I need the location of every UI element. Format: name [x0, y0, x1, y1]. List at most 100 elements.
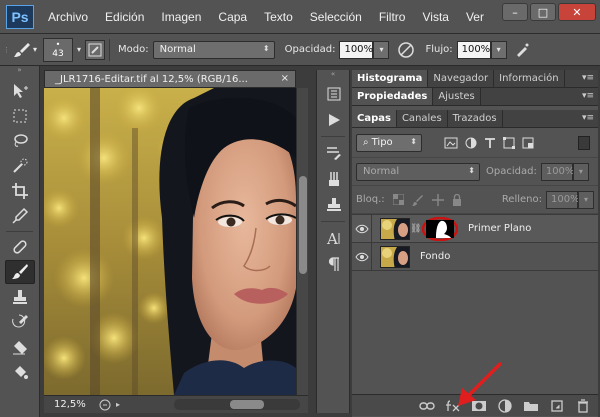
vertical-scrollbar[interactable] [296, 88, 308, 395]
layer-row[interactable]: Fondo [352, 242, 598, 271]
layers-list: ⛓ Primer Plano Fondo [352, 214, 598, 271]
opacity-dropdown-icon[interactable]: ▾ [373, 40, 390, 59]
history-brush-tool-icon[interactable] [5, 310, 35, 334]
marquee-tool-icon[interactable] [5, 104, 35, 128]
mode-select[interactable]: Normal ⬍ [152, 40, 275, 59]
pressure-opacity-icon[interactable] [395, 39, 417, 61]
tab-histogram[interactable]: Histograma [352, 70, 429, 87]
brush-panel-toggle-icon[interactable] [85, 39, 106, 60]
brush-dot-icon: • [55, 39, 61, 49]
delete-layer-trash-icon[interactable] [574, 398, 592, 414]
lock-position-icon[interactable] [431, 193, 444, 206]
menu-ver[interactable]: Ver [466, 10, 484, 24]
filter-pixel-icon[interactable] [444, 137, 458, 149]
fill-label: Relleno: [501, 194, 542, 205]
brush-panel-icon[interactable] [320, 167, 348, 191]
tools-separator [6, 231, 33, 232]
history-panel-icon[interactable] [320, 82, 348, 106]
horizontal-scroll-thumb[interactable] [230, 400, 264, 409]
crop-tool-icon[interactable] [5, 179, 35, 203]
opacity-field[interactable]: 100% [339, 40, 374, 59]
menu-edicion[interactable]: Edición [105, 10, 144, 24]
maximize-button[interactable]: □ [530, 3, 556, 21]
layer-opacity-field[interactable]: 100% [540, 162, 574, 181]
filter-toggle-switch[interactable] [578, 135, 590, 150]
minimize-button[interactable]: – [502, 3, 528, 21]
fill-field[interactable]: 100% [546, 190, 580, 209]
tool-preset-dropdown-icon[interactable]: ▾ [33, 45, 37, 54]
lock-image-pixels-icon[interactable] [411, 194, 424, 206]
document-tab[interactable]: _JLR1716-Editar.tif al 12,5% (RGB/16... … [44, 70, 296, 88]
paragraph-panel-icon[interactable] [320, 252, 348, 276]
flow-dropdown-icon[interactable]: ▾ [490, 40, 507, 59]
brush-picker-dropdown-icon[interactable]: ▾ [77, 45, 81, 54]
menu-capa[interactable]: Capa [218, 10, 247, 24]
image-canvas[interactable] [44, 88, 296, 395]
tab-info[interactable]: Información [494, 70, 565, 87]
healing-brush-tool-icon[interactable] [5, 235, 35, 259]
layer-row[interactable]: ⛓ Primer Plano [352, 214, 598, 243]
menu-archivo[interactable]: Archivo [48, 10, 88, 24]
layer-visibility-eye-icon[interactable] [352, 214, 372, 243]
blend-mode-select[interactable]: Normal ⬍ [356, 162, 480, 181]
document-status-bar: 12,5% ▸ [44, 395, 308, 413]
tab-channels[interactable]: Canales [397, 110, 448, 127]
panel-menu-icon[interactable]: ▾≡ [582, 91, 594, 101]
clone-stamp-tool-icon[interactable] [5, 285, 35, 309]
eraser-tool-icon[interactable] [5, 335, 35, 359]
clone-source-panel-icon[interactable] [320, 193, 348, 217]
new-group-folder-icon[interactable] [522, 398, 540, 414]
eyedropper-tool-icon[interactable] [5, 204, 35, 228]
quick-selection-tool-icon[interactable] [5, 154, 35, 178]
menu-seleccion[interactable]: Selección [310, 10, 362, 24]
zoom-level[interactable]: 12,5% [48, 398, 96, 412]
layer-filter-select[interactable]: ⌕ Tipo ⬍ [356, 133, 422, 152]
horizontal-scrollbar[interactable] [174, 399, 300, 410]
filter-adjustment-icon[interactable] [465, 137, 477, 149]
tab-paths[interactable]: Trazados [448, 110, 503, 127]
layer-opacity-dropdown-icon[interactable]: ▾ [572, 162, 589, 181]
brush-size-picker[interactable]: • 43 [43, 37, 74, 62]
actions-panel-icon[interactable] [320, 108, 348, 132]
menu-texto[interactable]: Texto [264, 10, 293, 24]
tab-navigator[interactable]: Navegador [428, 70, 495, 87]
filter-shape-icon[interactable] [503, 136, 515, 149]
lock-transparent-pixels-icon[interactable] [392, 194, 404, 205]
panel-menu-icon[interactable]: ▾≡ [582, 113, 594, 123]
airbrush-icon[interactable] [511, 39, 533, 61]
layer-visibility-eye-icon[interactable] [352, 242, 372, 271]
layer-thumbnail[interactable] [380, 245, 410, 268]
tab-properties[interactable]: Propiedades [352, 88, 434, 105]
tab-adjustments[interactable]: Ajustes [433, 88, 481, 105]
brush-tool-preset-icon[interactable] [11, 39, 33, 61]
filter-smart-object-icon[interactable] [522, 137, 534, 149]
move-tool-icon[interactable] [5, 79, 35, 103]
options-separator [109, 38, 111, 61]
status-arrow-icon[interactable]: ▸ [116, 400, 120, 409]
lock-all-icon[interactable] [452, 193, 462, 206]
panel-menu-icon[interactable]: ▾≡ [582, 73, 594, 83]
flow-field[interactable]: 100% [456, 40, 491, 59]
tab-layers[interactable]: Capas [352, 110, 397, 127]
vertical-scroll-thumb[interactable] [299, 176, 307, 274]
character-panel-icon[interactable]: A [320, 226, 348, 250]
menu-imagen[interactable]: Imagen [161, 10, 201, 24]
layer-thumbnail[interactable] [380, 217, 410, 240]
lasso-tool-icon[interactable] [5, 129, 35, 153]
link-layers-icon[interactable] [418, 398, 436, 414]
mask-link-icon[interactable]: ⛓ [410, 224, 421, 234]
layer-mask-thumbnail[interactable] [422, 216, 458, 241]
layer-name-fondo[interactable]: Fondo [420, 251, 450, 262]
close-document-icon[interactable]: × [281, 73, 289, 84]
menu-filtro[interactable]: Filtro [379, 10, 406, 24]
close-button[interactable]: ✕ [558, 3, 596, 21]
menu-vista[interactable]: Vista [422, 10, 448, 24]
paint-bucket-tool-icon[interactable] [5, 360, 35, 384]
layer-name-primer-plano[interactable]: Primer Plano [468, 223, 531, 234]
status-info-icon[interactable] [96, 398, 114, 412]
brush-presets-panel-icon[interactable] [320, 141, 348, 165]
brush-tool-icon[interactable] [5, 260, 35, 284]
filter-type-icon[interactable] [484, 137, 496, 149]
new-layer-icon[interactable] [548, 398, 566, 414]
fill-dropdown-icon[interactable]: ▾ [578, 190, 594, 209]
